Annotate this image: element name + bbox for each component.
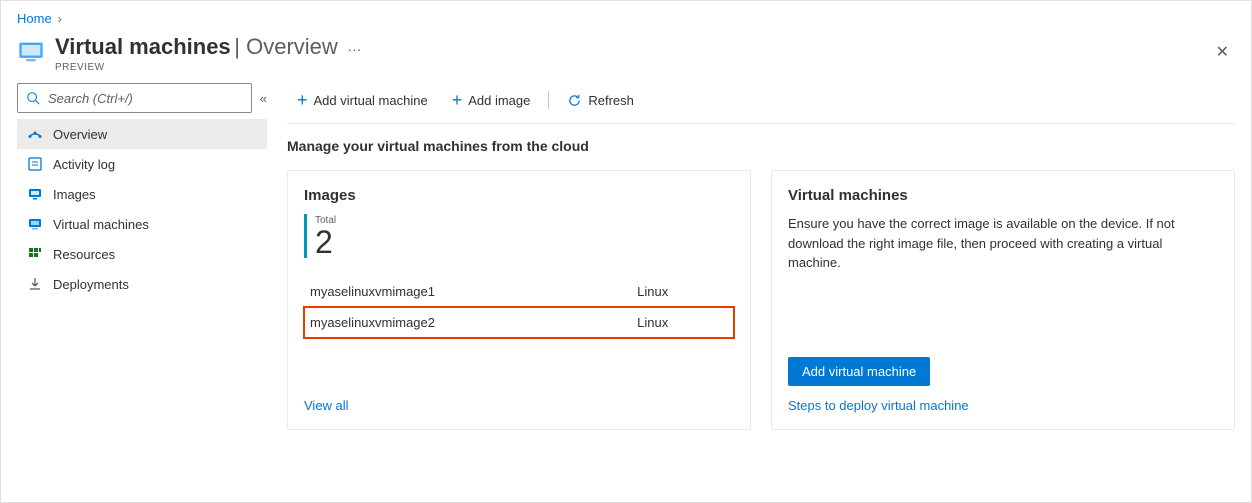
search-box[interactable] xyxy=(17,83,252,113)
sidebar-item-overview[interactable]: Overview xyxy=(17,119,267,149)
search-input[interactable] xyxy=(46,90,243,107)
sidebar-nav: Overview Activity log Images xyxy=(17,119,267,299)
total-accent-bar xyxy=(304,214,307,258)
activity-log-icon xyxy=(27,156,43,172)
sidebar-item-label: Virtual machines xyxy=(53,217,149,232)
deployments-icon xyxy=(27,276,43,292)
vms-card: Virtual machines Ensure you have the cor… xyxy=(771,170,1235,430)
refresh-icon xyxy=(567,93,582,108)
breadcrumb: Home › xyxy=(17,1,1235,30)
plus-icon: + xyxy=(452,91,463,109)
sidebar-item-resources[interactable]: Resources xyxy=(17,239,267,269)
sidebar-item-images[interactable]: Images xyxy=(17,179,267,209)
chevron-right-icon: › xyxy=(58,12,62,26)
page-description: Manage your virtual machines from the cl… xyxy=(287,138,1235,154)
more-icon[interactable]: ··· xyxy=(347,41,361,57)
sidebar-item-label: Activity log xyxy=(53,157,115,172)
plus-icon: + xyxy=(297,91,308,109)
images-card-title: Images xyxy=(304,187,734,204)
page-subtitle: Overview xyxy=(246,34,338,59)
separator xyxy=(548,91,549,109)
add-vm-primary-button[interactable]: Add virtual machine xyxy=(788,357,930,386)
view-all-link[interactable]: View all xyxy=(304,378,734,413)
sidebar-item-label: Images xyxy=(53,187,96,202)
vm-icon xyxy=(17,38,45,66)
resources-icon xyxy=(27,246,43,262)
total-value: 2 xyxy=(315,226,336,258)
refresh-button[interactable]: Refresh xyxy=(557,89,644,112)
sidebar-item-deployments[interactable]: Deployments xyxy=(17,269,267,299)
preview-badge: PREVIEW xyxy=(55,62,361,73)
sidebar-item-label: Deployments xyxy=(53,277,129,292)
images-table: myaselinuxvmimage1 Linux myaselinuxvmima… xyxy=(304,276,734,338)
close-button[interactable]: ✕ xyxy=(1210,36,1235,68)
steps-link[interactable]: Steps to deploy virtual machine xyxy=(788,398,1218,413)
images-icon xyxy=(27,186,43,202)
vms-icon xyxy=(27,216,43,232)
table-row[interactable]: myaselinuxvmimage2 Linux xyxy=(304,307,734,338)
vms-card-description: Ensure you have the correct image is ava… xyxy=(788,214,1218,273)
page-title-block: Virtual machines | Overview ··· PREVIEW xyxy=(17,30,361,83)
search-icon xyxy=(26,91,40,105)
overview-icon xyxy=(27,126,43,142)
page-title: Virtual machines xyxy=(55,34,231,59)
sidebar-item-activity-log[interactable]: Activity log xyxy=(17,149,267,179)
add-image-button[interactable]: + Add image xyxy=(442,87,541,113)
sidebar: « Overview Activity log xyxy=(17,83,267,299)
add-vm-button[interactable]: + Add virtual machine xyxy=(287,87,438,113)
table-row[interactable]: myaselinuxvmimage1 Linux xyxy=(304,276,734,307)
collapse-sidebar-button[interactable]: « xyxy=(260,91,267,106)
sidebar-item-label: Resources xyxy=(53,247,115,262)
images-card: Images Total 2 myaselinuxvmimage1 Linux xyxy=(287,170,751,430)
breadcrumb-home[interactable]: Home xyxy=(17,11,52,26)
vms-card-title: Virtual machines xyxy=(788,187,1218,204)
command-bar: + Add virtual machine + Add image Refres… xyxy=(287,83,1235,124)
sidebar-item-label: Overview xyxy=(53,127,107,142)
sidebar-item-vms[interactable]: Virtual machines xyxy=(17,209,267,239)
